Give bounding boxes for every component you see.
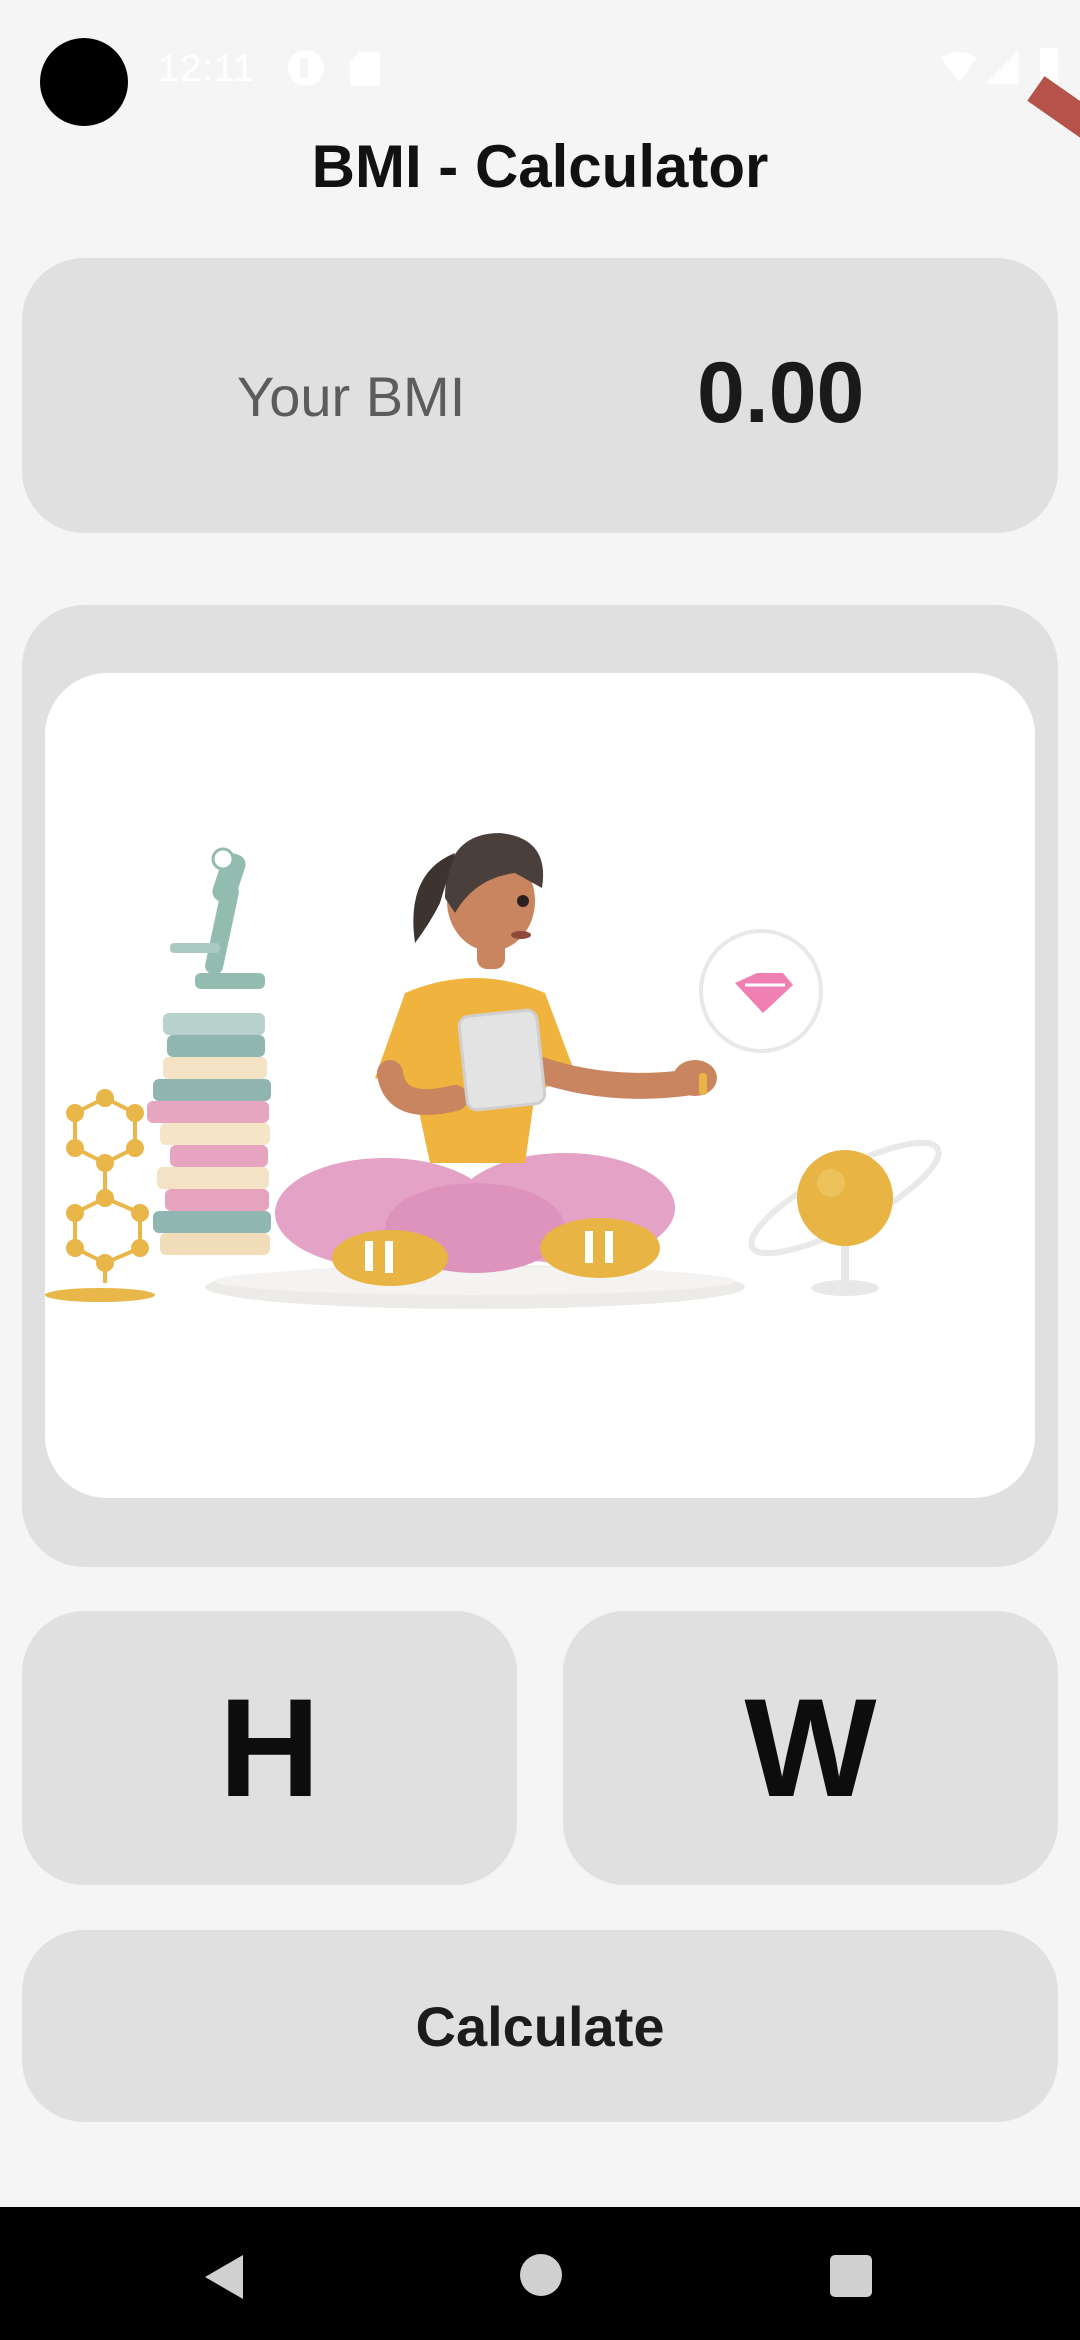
illustration-card — [22, 605, 1058, 1567]
bmi-result-card: Your BMI 0.00 — [22, 258, 1058, 533]
illustration-image — [45, 673, 1035, 1498]
bmi-value: 0.00 — [697, 345, 865, 441]
calculate-button[interactable]: Calculate — [22, 1930, 1058, 2122]
sd-card-icon — [350, 52, 380, 86]
weight-button-label: W — [744, 1669, 877, 1826]
status-time: 12:11 — [158, 48, 256, 90]
recents-square-icon[interactable] — [830, 2255, 872, 2297]
back-triangle-icon[interactable] — [205, 2255, 243, 2299]
height-button[interactable]: H — [22, 1611, 517, 1885]
notification-icon — [288, 50, 324, 86]
weight-button[interactable]: W — [563, 1611, 1058, 1885]
illustration-graphic — [45, 833, 942, 1309]
wifi-icon — [937, 52, 981, 82]
app-screen: 12:11 BMI - Calculator Your BMI 0.00 H W… — [0, 0, 1080, 2340]
page-title: BMI - Calculator — [311, 133, 769, 200]
home-circle-icon[interactable] — [520, 2254, 562, 2296]
bmi-label: Your BMI — [237, 365, 466, 428]
calculate-button-label: Calculate — [415, 1994, 665, 2058]
system-nav-bar — [0, 2207, 1080, 2340]
camera-cutout — [40, 38, 128, 126]
status-bar: 12:11 — [0, 0, 1080, 126]
height-button-label: H — [218, 1669, 321, 1826]
signal-icon — [985, 50, 1019, 84]
